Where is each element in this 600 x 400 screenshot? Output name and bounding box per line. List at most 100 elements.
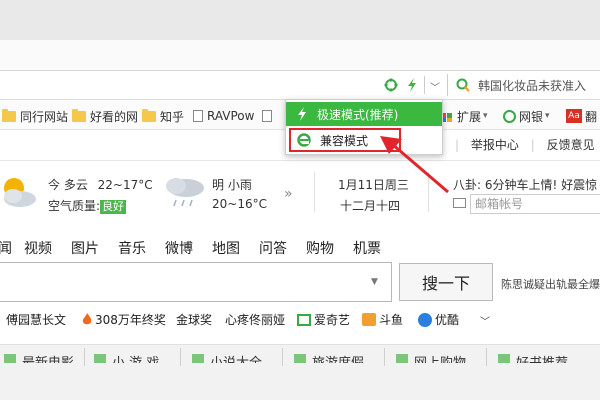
hot-search-suggestion[interactable]: 陈思诚疑出轨最全爆 bbox=[501, 276, 600, 292]
quick-link[interactable]: 傅园慧长文 bbox=[6, 311, 66, 328]
search-button[interactable]: 搜一下 bbox=[399, 263, 493, 301]
quick-link-label: 优酷 bbox=[435, 313, 460, 327]
bookmark-netbank[interactable]: 网银 ▾ bbox=[503, 108, 550, 124]
bookmark-extensions[interactable]: 扩展 ▾ bbox=[440, 108, 488, 124]
window-top-area bbox=[0, 0, 600, 40]
category-label: 好书推荐 bbox=[516, 352, 568, 363]
menu-item-label: 兼容模式 bbox=[320, 133, 369, 148]
category-icon bbox=[294, 354, 306, 363]
page-icon bbox=[262, 110, 272, 122]
category-label: 网上购物 bbox=[414, 352, 466, 363]
category-icon bbox=[192, 354, 204, 363]
ad-icon: Aa bbox=[566, 109, 582, 123]
link-feedback[interactable]: 反馈意见 bbox=[547, 138, 595, 152]
youku-icon bbox=[418, 312, 432, 327]
bookmark-label: 好看的网 bbox=[90, 109, 139, 124]
divider bbox=[84, 348, 85, 366]
category-games[interactable]: 小 游 戏 bbox=[94, 352, 159, 363]
quick-link[interactable]: 308万年终奖 bbox=[82, 311, 166, 328]
annotation-arrow-icon bbox=[380, 136, 449, 194]
bookmark-label: 扩展 bbox=[457, 109, 482, 124]
bookmark-partial[interactable] bbox=[262, 108, 276, 124]
chevron-down-icon: ▾ bbox=[545, 111, 550, 121]
tab-shopping[interactable]: 购物 bbox=[306, 238, 334, 258]
quick-link[interactable]: 爱奇艺 bbox=[297, 311, 350, 328]
tab-flights[interactable]: 机票 bbox=[353, 238, 381, 258]
category-travel[interactable]: 旅游度假 bbox=[294, 352, 364, 363]
bookmark-peer-sites[interactable]: 同行网站 bbox=[2, 108, 68, 124]
chevron-down-icon[interactable]: ﹀ bbox=[480, 313, 490, 328]
chevron-down-icon[interactable]: ▼ bbox=[371, 277, 378, 287]
quick-link-label: 308万年终奖 bbox=[95, 313, 166, 327]
tab-video[interactable]: 视频 bbox=[24, 238, 52, 258]
quick-link[interactable]: 优酷 bbox=[418, 311, 459, 328]
quick-link-label: 心疼佟丽娅 bbox=[225, 313, 286, 327]
tab-images[interactable]: 图片 bbox=[71, 238, 99, 258]
category-icon bbox=[4, 354, 16, 363]
chevron-down-icon: ▾ bbox=[483, 111, 488, 121]
ie-compat-icon[interactable] bbox=[383, 77, 399, 93]
category-novels[interactable]: 小说大全 bbox=[192, 352, 262, 363]
quick-link-label: 爱奇艺 bbox=[314, 313, 351, 327]
bookmark-translate[interactable]: Aa 翻 bbox=[566, 108, 597, 124]
folder-icon bbox=[142, 108, 156, 122]
quick-link[interactable]: 斗鱼 bbox=[362, 311, 403, 328]
fire-icon bbox=[82, 313, 92, 325]
bookmark-label: RAVPow bbox=[207, 109, 255, 123]
tab-music[interactable]: 音乐 bbox=[118, 238, 146, 258]
light-rain-icon[interactable] bbox=[160, 172, 208, 212]
lightning-icon bbox=[298, 107, 306, 121]
header-divider bbox=[0, 160, 600, 161]
tab-news[interactable]: 闻 bbox=[0, 238, 12, 258]
bookmark-zhihu[interactable]: 知乎 bbox=[142, 108, 184, 124]
page-icon bbox=[193, 110, 203, 122]
link-divider: | bbox=[530, 138, 535, 152]
link-report-center[interactable]: 举报中心 bbox=[471, 138, 519, 152]
tab-strip bbox=[0, 40, 600, 70]
gossip-headline[interactable]: 八卦: 6分钟车上情! 好震惊 bbox=[453, 176, 597, 193]
quick-link[interactable]: 心疼佟丽娅 bbox=[225, 311, 285, 328]
category-label: 小说大全 bbox=[210, 352, 262, 363]
mail-account-input[interactable]: 邮箱帐号 bbox=[470, 194, 600, 214]
tab-weibo[interactable]: 微博 bbox=[165, 238, 193, 258]
divider bbox=[180, 348, 181, 366]
tab-qa[interactable]: 问答 bbox=[259, 238, 287, 258]
weather-tomorrow-temp[interactable]: 20~16°C bbox=[212, 197, 267, 211]
menu-item-speed-mode[interactable]: 极速模式(推荐) bbox=[286, 102, 442, 126]
menu-item-label: 极速模式(推荐) bbox=[317, 107, 399, 122]
divider bbox=[282, 348, 283, 366]
bookmark-label: 知乎 bbox=[160, 109, 185, 124]
bookmark-good-sites[interactable]: 好看的网 bbox=[72, 108, 138, 124]
divider bbox=[384, 348, 385, 366]
aqi-label: 空气质量: bbox=[48, 199, 101, 213]
partly-cloudy-icon[interactable] bbox=[0, 172, 42, 212]
category-shopping[interactable]: 网上购物 bbox=[396, 352, 466, 363]
category-icon bbox=[498, 354, 510, 363]
search-divider bbox=[447, 74, 448, 96]
weather-more-icon[interactable]: » bbox=[284, 186, 293, 202]
weather-tomorrow-label[interactable]: 明 小雨 bbox=[212, 176, 252, 193]
weather-today[interactable]: 今 多云 22~17°C bbox=[48, 176, 153, 193]
bookmark-label: 同行网站 bbox=[20, 109, 69, 124]
search-icon[interactable] bbox=[455, 77, 471, 93]
aqi-badge: 良好 bbox=[100, 200, 127, 214]
category-label: 小 游 戏 bbox=[112, 352, 159, 363]
lightning-icon[interactable] bbox=[404, 77, 420, 93]
quick-link[interactable]: 金球奖 bbox=[176, 311, 212, 328]
bookmark-label: 网银 bbox=[519, 109, 544, 124]
search-input[interactable] bbox=[0, 262, 392, 302]
air-quality[interactable]: 空气质量: 良好 bbox=[48, 197, 127, 214]
divider bbox=[314, 172, 315, 212]
quick-link-label: 金球奖 bbox=[176, 313, 213, 327]
bookmark-ravpow[interactable]: RAVPow bbox=[193, 108, 254, 124]
category-movies[interactable]: 最新电影 bbox=[4, 352, 74, 363]
quick-link-label: 斗鱼 bbox=[379, 313, 404, 327]
divider bbox=[486, 348, 487, 366]
chevron-down-icon[interactable]: ﹀ bbox=[430, 79, 440, 94]
netbank-icon bbox=[503, 109, 516, 123]
tab-map[interactable]: 地图 bbox=[212, 238, 240, 258]
category-books[interactable]: 好书推荐 bbox=[498, 352, 568, 363]
address-search-suggestion[interactable]: 韩国化妆品未获准入 bbox=[478, 77, 586, 94]
weather-today-label: 今 多云 bbox=[48, 178, 88, 192]
category-icon bbox=[94, 354, 106, 363]
